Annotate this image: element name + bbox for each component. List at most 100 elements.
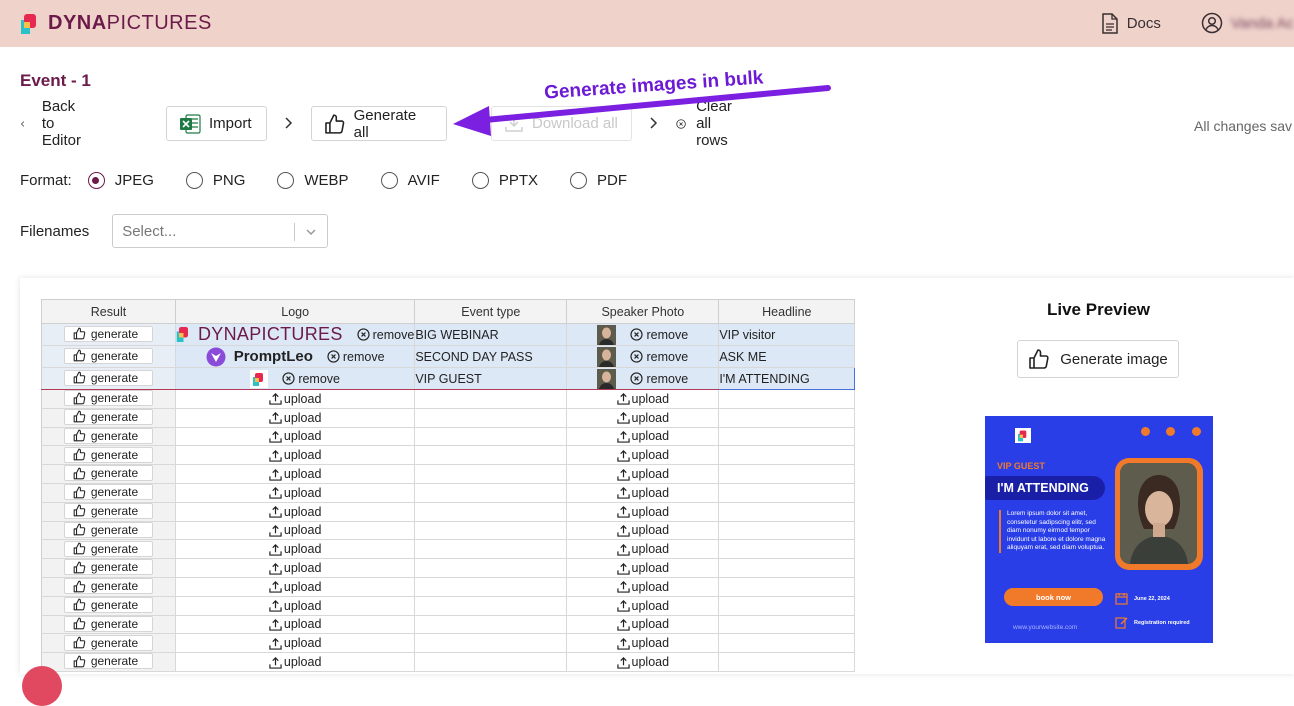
upload-photo-button[interactable]: upload — [567, 617, 718, 631]
format-option-jpeg[interactable]: JPEG — [87, 172, 154, 189]
speaker-photo-cell[interactable]: upload — [566, 615, 720, 635]
event-type-cell[interactable] — [414, 464, 568, 484]
generate-row-button[interactable]: generate — [63, 540, 154, 557]
upload-photo-button[interactable]: upload — [567, 580, 718, 594]
speaker-photo-cell[interactable]: upload — [566, 483, 720, 503]
remove-logo-button[interactable]: remove — [357, 328, 414, 342]
logo-cell[interactable]: upload — [175, 445, 416, 466]
speaker-photo-cell[interactable]: upload — [566, 558, 720, 578]
upload-photo-button[interactable]: upload — [567, 542, 718, 556]
generate-row-button[interactable]: generate — [63, 408, 154, 425]
event-type-cell[interactable]: BIG WEBINAR — [414, 323, 568, 346]
headline-cell[interactable] — [718, 652, 856, 672]
headline-cell[interactable] — [718, 596, 856, 616]
headline-cell[interactable] — [718, 577, 856, 597]
speaker-photo-cell[interactable]: upload — [566, 596, 720, 616]
help-widget-button[interactable] — [22, 666, 62, 706]
generate-row-button[interactable]: generate — [63, 596, 154, 613]
upload-logo-button[interactable]: upload — [176, 599, 414, 613]
speaker-photo-cell[interactable]: upload — [566, 464, 720, 484]
generate-row-button[interactable]: generate — [63, 502, 154, 519]
logo-cell[interactable]: upload — [175, 483, 416, 503]
logo-cell[interactable]: upload — [175, 596, 416, 616]
upload-photo-button[interactable]: upload — [567, 486, 718, 500]
speaker-photo-cell[interactable]: remove — [566, 323, 720, 346]
headline-cell[interactable]: ASK ME — [718, 345, 856, 368]
headline-cell[interactable] — [718, 615, 856, 635]
generate-all-button[interactable]: Generate all — [311, 106, 447, 141]
logo-cell[interactable]: upload — [175, 408, 416, 428]
logo-cell[interactable]: upload — [175, 389, 416, 409]
logo-cell[interactable]: upload — [175, 427, 416, 447]
generate-row-button[interactable]: generate — [63, 615, 154, 632]
headline-cell[interactable] — [718, 558, 856, 578]
generate-row-button[interactable]: generate — [63, 653, 154, 670]
filenames-select[interactable]: Select... — [112, 214, 329, 248]
upload-photo-button[interactable]: upload — [567, 411, 718, 425]
generate-row-button[interactable]: generate — [63, 325, 154, 342]
event-type-cell[interactable]: SECOND DAY PASS — [414, 345, 568, 368]
upload-photo-button[interactable]: upload — [567, 505, 718, 519]
event-type-cell[interactable] — [414, 577, 568, 597]
logo-cell[interactable]: upload — [175, 464, 416, 484]
back-to-editor-button[interactable]: Back to Editor — [20, 98, 88, 149]
headline-cell[interactable] — [718, 464, 856, 484]
logo-cell[interactable]: upload — [175, 521, 416, 541]
remove-photo-button[interactable]: remove — [630, 350, 688, 364]
logo-cell[interactable]: upload — [175, 539, 416, 560]
upload-photo-button[interactable]: upload — [567, 636, 718, 650]
logo-cell[interactable]: upload — [175, 652, 416, 672]
speaker-photo-cell[interactable]: upload — [566, 502, 720, 522]
generate-row-button[interactable]: generate — [63, 446, 154, 463]
upload-photo-button[interactable]: upload — [567, 599, 718, 613]
headline-cell-active[interactable]: I'M ATTENDING — [718, 367, 856, 390]
logo-cell[interactable]: upload — [175, 615, 416, 635]
upload-logo-button[interactable]: upload — [176, 411, 414, 425]
headline-cell[interactable] — [718, 445, 856, 466]
speaker-photo-cell[interactable]: remove — [566, 367, 720, 390]
upload-logo-button[interactable]: upload — [176, 523, 414, 537]
upload-logo-button[interactable]: upload — [176, 636, 414, 650]
speaker-photo-cell[interactable]: upload — [566, 652, 720, 672]
event-type-cell[interactable] — [414, 521, 568, 541]
upload-photo-button[interactable]: upload — [567, 448, 718, 462]
upload-photo-button[interactable]: upload — [567, 523, 718, 537]
speaker-photo-cell[interactable]: remove — [566, 345, 720, 368]
headline-cell[interactable] — [718, 521, 856, 541]
event-type-cell[interactable]: VIP GUEST — [414, 367, 568, 390]
generate-row-button[interactable]: generate — [63, 347, 154, 364]
remove-logo-button[interactable]: remove — [327, 350, 385, 364]
import-button[interactable]: Import — [166, 106, 267, 141]
column-header-result[interactable]: Result — [41, 299, 176, 324]
upload-photo-button[interactable]: upload — [567, 429, 718, 443]
column-header-headline[interactable]: Headline — [718, 299, 856, 324]
logo-cell[interactable]: upload — [175, 633, 416, 654]
event-type-cell[interactable] — [414, 615, 568, 635]
speaker-photo-cell[interactable]: upload — [566, 539, 720, 560]
speaker-photo-cell[interactable]: upload — [566, 633, 720, 654]
logo-cell[interactable]: upload — [175, 502, 416, 522]
speaker-photo-cell[interactable]: upload — [566, 427, 720, 447]
format-option-webp[interactable]: WEBP — [277, 172, 349, 189]
column-header-speaker-photo[interactable]: Speaker Photo — [566, 299, 720, 324]
user-menu[interactable]: Vanda Ac — [1201, 12, 1294, 34]
upload-logo-button[interactable]: upload — [176, 486, 414, 500]
upload-logo-button[interactable]: upload — [176, 429, 414, 443]
logo-cell[interactable]: remove — [175, 367, 416, 390]
upload-photo-button[interactable]: upload — [567, 561, 718, 575]
generate-row-button[interactable]: generate — [63, 521, 154, 538]
event-type-cell[interactable] — [414, 558, 568, 578]
generate-row-button[interactable]: generate — [63, 390, 154, 407]
event-type-cell[interactable] — [414, 652, 568, 672]
headline-cell[interactable] — [718, 408, 856, 428]
format-option-png[interactable]: PNG — [185, 172, 245, 189]
remove-logo-button[interactable]: remove — [282, 372, 340, 386]
upload-logo-button[interactable]: upload — [176, 655, 414, 669]
generate-row-button[interactable]: generate — [63, 369, 154, 386]
generate-row-button[interactable]: generate — [63, 484, 154, 501]
headline-cell[interactable] — [718, 502, 856, 522]
column-header-event-type[interactable]: Event type — [414, 299, 568, 324]
speaker-photo-cell[interactable]: upload — [566, 445, 720, 466]
upload-logo-button[interactable]: upload — [176, 392, 414, 406]
upload-photo-button[interactable]: upload — [567, 655, 718, 669]
